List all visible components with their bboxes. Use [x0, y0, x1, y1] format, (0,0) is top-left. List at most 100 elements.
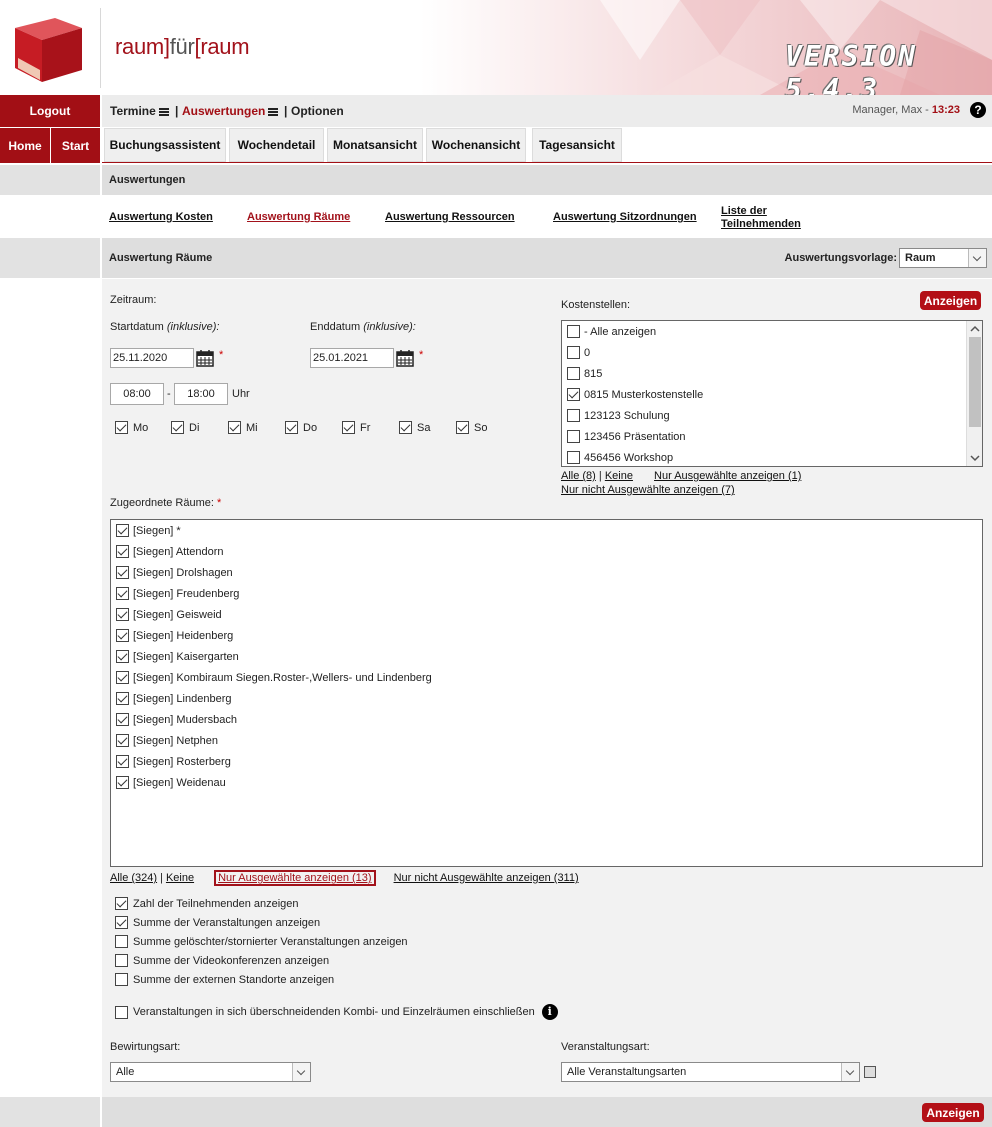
time-from-input[interactable]: 08:00	[110, 383, 164, 405]
scrollbar-thumb[interactable]	[969, 337, 981, 427]
start-button[interactable]: Start	[51, 128, 100, 163]
startdatum-input[interactable]: 25.11.2020	[110, 348, 194, 368]
checkbox[interactable]	[116, 545, 129, 558]
checkbox[interactable]	[116, 776, 129, 789]
checkbox[interactable]	[115, 421, 128, 434]
chevron-down-icon[interactable]	[970, 454, 980, 462]
option-teilnehmende[interactable]: Zahl der Teilnehmenden anzeigen	[115, 897, 299, 910]
list-item[interactable]: [Siegen] Lindenberg	[116, 688, 231, 709]
checkbox[interactable]	[567, 451, 580, 464]
checkbox[interactable]	[399, 421, 412, 434]
select-none-link[interactable]: Keine	[166, 872, 194, 884]
option-kombi[interactable]: Veranstaltungen in sich überschneidenden…	[115, 1004, 558, 1020]
show-selected-link[interactable]: Nur Ausgewählte anzeigen (13)	[214, 870, 376, 886]
checkbox[interactable]	[116, 671, 129, 684]
link-liste-teilnehmende[interactable]: Liste der Teilnehmenden	[721, 205, 801, 231]
weekday-mi[interactable]: Mi	[228, 421, 258, 434]
checkbox[interactable]	[116, 587, 129, 600]
checkbox[interactable]	[567, 346, 580, 359]
anzeigen-button-bottom[interactable]: Anzeigen	[922, 1103, 984, 1122]
list-item[interactable]: [Siegen] Weidenau	[116, 772, 226, 793]
enddatum-input[interactable]: 25.01.2021	[310, 348, 394, 368]
show-unselected-link[interactable]: Nur nicht Ausgewählte anzeigen (311)	[394, 872, 579, 884]
menu-optionen[interactable]: Optionen	[291, 104, 344, 118]
list-item[interactable]: [Siegen] Rosterberg	[116, 751, 231, 772]
show-unselected-link[interactable]: Nur nicht Ausgewählte anzeigen (7)	[561, 484, 735, 496]
checkbox[interactable]	[116, 524, 129, 537]
list-item[interactable]: 815	[567, 363, 602, 384]
checkbox[interactable]	[228, 421, 241, 434]
list-item[interactable]: [Siegen] Attendorn	[116, 541, 224, 562]
home-button[interactable]: Home	[0, 128, 50, 163]
tab-monatsansicht[interactable]: Monatsansicht	[327, 128, 423, 162]
list-item[interactable]: 0	[567, 342, 590, 363]
bewirtung-select[interactable]: Alle	[110, 1062, 311, 1082]
menu-auswertungen[interactable]: Auswertungen	[182, 104, 279, 118]
list-item[interactable]: 456456 Workshop	[567, 447, 673, 466]
extra-toggle[interactable]	[864, 1066, 876, 1078]
info-icon[interactable]: i	[541, 1004, 558, 1020]
logout-button[interactable]: Logout	[0, 95, 100, 127]
checkbox[interactable]	[115, 973, 128, 986]
checkbox[interactable]	[115, 916, 128, 929]
checkbox[interactable]	[115, 954, 128, 967]
scrollbar[interactable]	[966, 321, 982, 466]
tab-wochendetail[interactable]: Wochendetail	[229, 128, 324, 162]
checkbox[interactable]	[116, 755, 129, 768]
checkbox[interactable]	[116, 566, 129, 579]
checkbox[interactable]	[567, 325, 580, 338]
calendar-icon[interactable]	[396, 349, 414, 367]
option-externe-standorte[interactable]: Summe der externen Standorte anzeigen	[115, 973, 334, 986]
checkbox[interactable]	[456, 421, 469, 434]
list-item[interactable]: 0815 Musterkostenstelle	[567, 384, 703, 405]
tab-tagesansicht[interactable]: Tagesansicht	[532, 128, 622, 162]
checkbox[interactable]	[567, 409, 580, 422]
checkbox[interactable]	[567, 367, 580, 380]
checkbox[interactable]	[116, 734, 129, 747]
menu-termine[interactable]: Termine	[110, 104, 169, 118]
calendar-icon[interactable]	[196, 349, 214, 367]
show-selected-link[interactable]: Nur Ausgewählte anzeigen (1)	[654, 470, 801, 482]
checkbox[interactable]	[115, 935, 128, 948]
checkbox[interactable]	[116, 629, 129, 642]
list-item[interactable]: 123456 Präsentation	[567, 426, 686, 447]
list-item[interactable]: [Siegen] Kaisergarten	[116, 646, 239, 667]
list-item[interactable]: [Siegen] Mudersbach	[116, 709, 237, 730]
checkbox[interactable]	[171, 421, 184, 434]
tab-wochenansicht[interactable]: Wochenansicht	[426, 128, 526, 162]
select-all-link[interactable]: Alle (324)	[110, 872, 157, 884]
weekday-fr[interactable]: Fr	[342, 421, 370, 434]
link-auswertung-raeume[interactable]: Auswertung Räume	[247, 211, 350, 223]
checkbox[interactable]	[116, 692, 129, 705]
checkbox[interactable]	[116, 713, 129, 726]
link-auswertung-sitzordnungen[interactable]: Auswertung Sitzordnungen	[553, 211, 697, 223]
weekday-so[interactable]: So	[456, 421, 487, 434]
time-to-input[interactable]: 18:00	[174, 383, 228, 405]
chevron-up-icon[interactable]	[970, 325, 980, 333]
checkbox[interactable]	[116, 608, 129, 621]
weekday-mo[interactable]: Mo	[115, 421, 148, 434]
list-item[interactable]: [Siegen] Heidenberg	[116, 625, 233, 646]
weekday-do[interactable]: Do	[285, 421, 317, 434]
help-icon[interactable]: ?	[970, 102, 986, 118]
veranstaltung-select[interactable]: Alle Veranstaltungsarten	[561, 1062, 860, 1082]
checkbox[interactable]	[567, 430, 580, 443]
weekday-sa[interactable]: Sa	[399, 421, 430, 434]
checkbox[interactable]	[115, 1005, 128, 1019]
link-auswertung-kosten[interactable]: Auswertung Kosten	[109, 211, 213, 223]
option-summe-geloescht[interactable]: Summe gelöschter/stornierter Veranstaltu…	[115, 935, 408, 948]
list-item[interactable]: [Siegen] Netphen	[116, 730, 218, 751]
select-none-link[interactable]: Keine	[605, 470, 633, 482]
weekday-di[interactable]: Di	[171, 421, 199, 434]
list-item[interactable]: 123123 Schulung	[567, 405, 670, 426]
list-item[interactable]: [Siegen] *	[116, 520, 181, 541]
link-auswertung-ressourcen[interactable]: Auswertung Ressourcen	[385, 211, 515, 223]
checkbox[interactable]	[116, 650, 129, 663]
anzeigen-button[interactable]: Anzeigen	[920, 291, 981, 310]
list-item[interactable]: [Siegen] Drolshagen	[116, 562, 233, 583]
select-all-link[interactable]: Alle (8)	[561, 470, 596, 482]
list-item[interactable]: [Siegen] Geisweid	[116, 604, 222, 625]
list-item[interactable]: - Alle anzeigen	[567, 321, 656, 342]
tab-buchungsassistent[interactable]: Buchungsassistent	[104, 128, 226, 162]
checkbox[interactable]	[567, 388, 580, 401]
